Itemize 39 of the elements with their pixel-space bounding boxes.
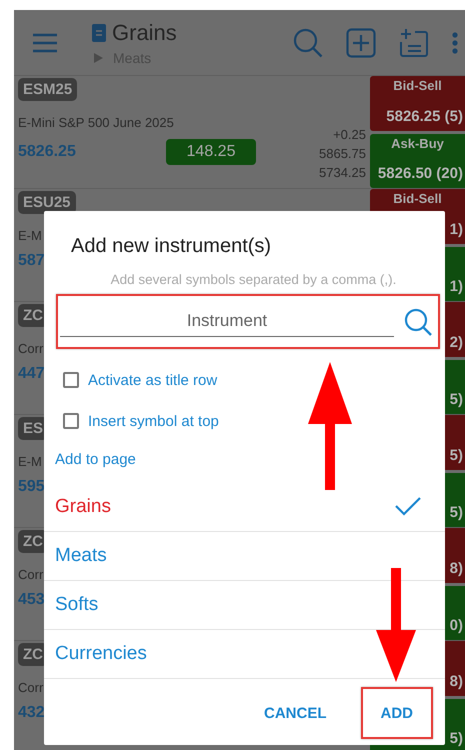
instrument-name: Corr <box>18 680 44 695</box>
last-price: 432 <box>18 704 45 722</box>
last-price: 453 <box>18 591 45 609</box>
dialog-title: Add new instrument(s) <box>71 235 272 258</box>
instrument-name: E-M <box>18 228 42 243</box>
last-price: 595 <box>18 478 45 496</box>
checkbox-label[interactable]: Activate as title row <box>88 372 218 388</box>
search-icon[interactable] <box>404 308 432 336</box>
low-price: 5734.25 <box>319 164 366 182</box>
instrument-name: E-M <box>18 454 42 469</box>
dialog-button[interactable]: ADD <box>360 687 433 739</box>
ask-buy-button[interactable]: Ask-Buy 5826.50 (20) <box>370 134 465 188</box>
page-title[interactable]: Grains <box>112 20 177 46</box>
dialog-hint: Add several symbols separated by a comma (,). <box>110 272 398 287</box>
last-price: 587 <box>18 252 45 270</box>
symbol-tag: ESM25 <box>18 78 78 101</box>
instrument-name: Corr <box>18 341 44 356</box>
net-change: +0.25 <box>333 126 366 144</box>
symbol-tag: ESU25 <box>18 191 76 214</box>
last-price: 447 <box>18 365 45 383</box>
checkbox-label[interactable]: Insert symbol at top <box>88 412 219 430</box>
instrument-name: E-Mini S&P 500 June 2025 <box>18 115 174 130</box>
checkbox[interactable] <box>63 413 79 429</box>
menu-icon[interactable] <box>32 32 58 52</box>
search-icon[interactable] <box>293 28 323 58</box>
more-options-icon[interactable] <box>451 32 459 54</box>
play-triangle-icon <box>94 52 103 62</box>
last-price: 5826.25 <box>18 143 76 161</box>
section-label: Add to page <box>55 451 137 468</box>
bid-sell-button[interactable]: Bid-Sell 5826.25 (5) <box>370 76 465 130</box>
add-box-icon[interactable] <box>346 28 376 58</box>
instrument-name: Corr <box>18 567 44 582</box>
check-icon <box>395 497 421 517</box>
page-icon <box>92 24 106 42</box>
add-list-icon[interactable] <box>399 28 429 58</box>
checkbox[interactable] <box>63 372 79 388</box>
instrument-field[interactable]: Instrument <box>60 306 394 337</box>
change-value: 148.25 <box>166 139 256 165</box>
high-price: 5865.75 <box>319 145 366 163</box>
